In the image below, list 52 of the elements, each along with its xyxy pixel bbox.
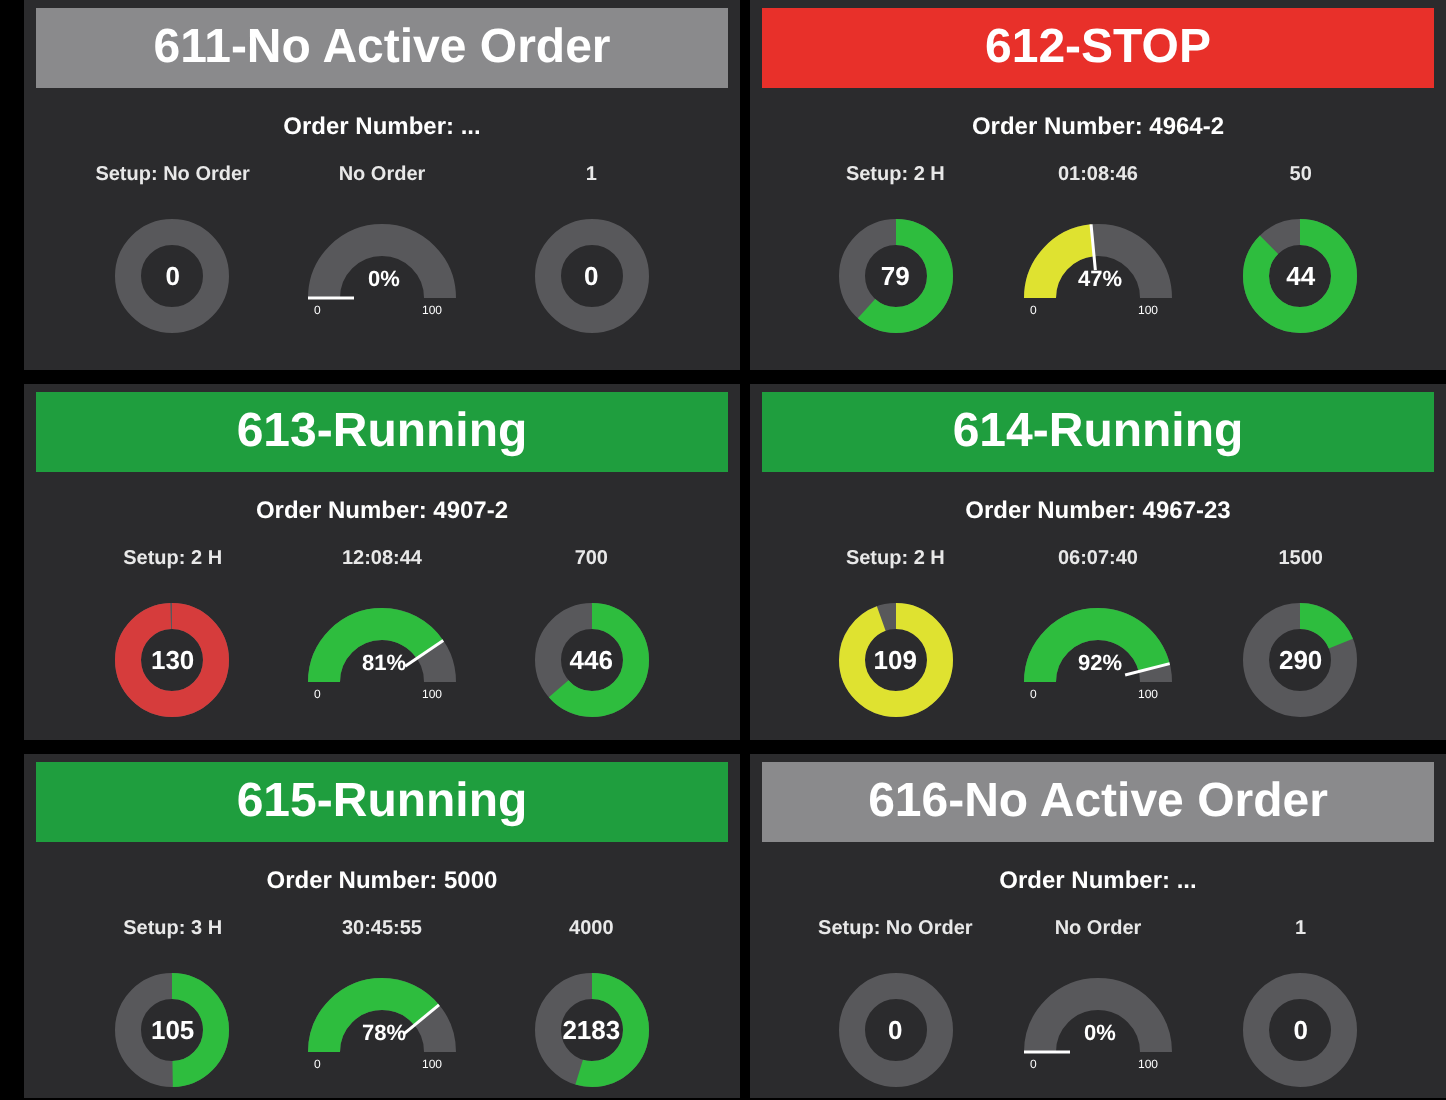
gauge-reading: 92% [1075,654,1124,676]
panel-header: 616-No Active Order [762,762,1434,842]
donut-chart [837,972,954,1088]
donut-value: 44 [1286,263,1316,289]
metric-label: 1500 [1278,546,1323,574]
metric-label: 50 [1289,162,1312,190]
gauge-reading: 0% [1082,1024,1118,1046]
metric-label: Setup: No Order [818,916,973,944]
panel-header: 614-Running [762,392,1434,472]
metric-label: 30:45:55 [341,916,422,944]
donut-chart [1242,972,1359,1088]
donut-value: 0 [165,263,180,289]
donut-value: 105 [150,1017,195,1043]
metric-label: No Order [1054,916,1142,944]
order-number: Order Number: ... [283,110,481,144]
gauge-reading: 0% [366,270,402,292]
panel-header: 612-STOP [762,8,1434,88]
gauge-reading: 81% [359,654,408,676]
panel-header: 613-Running [36,392,728,472]
metric-label: 1 [1295,916,1307,944]
metric-label: Setup: 3 H [123,916,223,944]
donut-value: 130 [150,647,195,673]
panel-header: 611-No Active Order [36,8,728,88]
metric-label: Setup: 2 H [845,546,945,574]
metric-label: Setup: 2 H [845,162,945,190]
order-number: Order Number: 5000 [266,864,498,898]
donut-value: 0 [584,263,599,289]
donut-chart [533,218,650,334]
metric-label: 01:08:46 [1057,162,1138,190]
donut-value: 109 [873,647,917,673]
metric-label: 12:08:44 [341,546,422,574]
donut-value: 446 [569,647,613,673]
metric-label: No Order [338,162,426,190]
donut-value: 0 [1293,1017,1308,1043]
order-number: Order Number: 4907-2 [255,494,509,528]
order-number: Order Number: 4964-2 [971,110,1225,144]
donut-value: 2183 [562,1017,621,1043]
donut-value: 0 [888,1017,903,1043]
order-number: Order Number: ... [999,864,1197,898]
metric-label: 4000 [569,916,614,944]
gauge-reading: 47% [1075,270,1124,292]
donut-value: 290 [1278,647,1323,673]
donut-value: 79 [880,263,910,289]
metric-label: Setup: No Order [95,162,250,190]
gauge-reading: 78% [359,1024,408,1046]
metric-label: 06:07:40 [1057,546,1138,574]
donut-chart [114,218,231,334]
panel-header: 615-Running [36,762,728,842]
order-number: Order Number: 4967-23 [965,494,1231,528]
metric-label: Setup: 2 H [123,546,223,574]
metric-label: 700 [574,546,608,574]
metric-label: 1 [585,162,597,190]
